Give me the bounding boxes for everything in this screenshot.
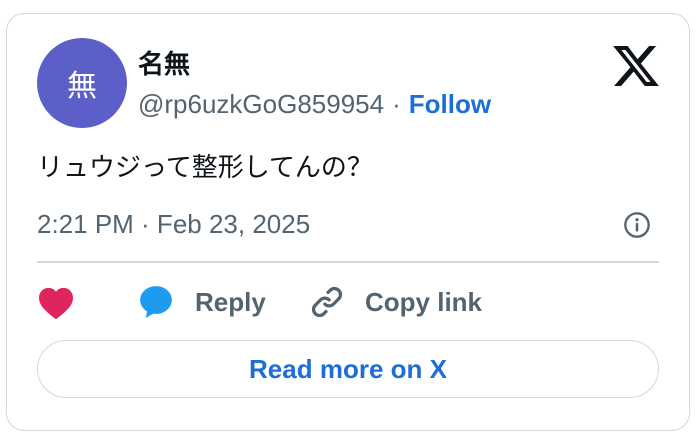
- divider: [37, 261, 659, 263]
- copy-link-label: Copy link: [365, 286, 483, 317]
- tweet-timestamp[interactable]: 2:21 PM · Feb 23, 2025: [37, 208, 310, 240]
- reply-label: Reply: [195, 286, 266, 317]
- reply-button[interactable]: Reply: [137, 282, 266, 322]
- read-more-button[interactable]: Read more on X: [37, 340, 659, 398]
- follow-link[interactable]: Follow: [409, 89, 491, 119]
- avatar-initial: 無: [67, 69, 97, 104]
- action-bar: Reply Copy link: [37, 282, 661, 322]
- separator-dot: ·: [392, 89, 401, 119]
- author-handle[interactable]: @rp6uzkGoG859954: [138, 89, 384, 119]
- read-more-label: Read more on X: [249, 353, 447, 384]
- link-icon: [311, 286, 343, 318]
- avatar[interactable]: 無: [37, 38, 127, 128]
- speech-bubble-icon: [140, 286, 172, 318]
- info-icon[interactable]: [623, 211, 651, 239]
- author-display-name[interactable]: 名無: [138, 50, 190, 80]
- heart-icon[interactable]: [37, 286, 75, 320]
- author-handle-row: @rp6uzkGoG859954 · Follow: [138, 88, 491, 120]
- tweet-text: リュウジって整形してんの？: [37, 153, 373, 183]
- x-logo-icon[interactable]: [613, 46, 659, 86]
- copy-link-button[interactable]: Copy link: [309, 282, 482, 322]
- tweet-embed-card: 無 名無 @rp6uzkGoG859954 · Follow リュウジって整形してん…: [6, 13, 690, 431]
